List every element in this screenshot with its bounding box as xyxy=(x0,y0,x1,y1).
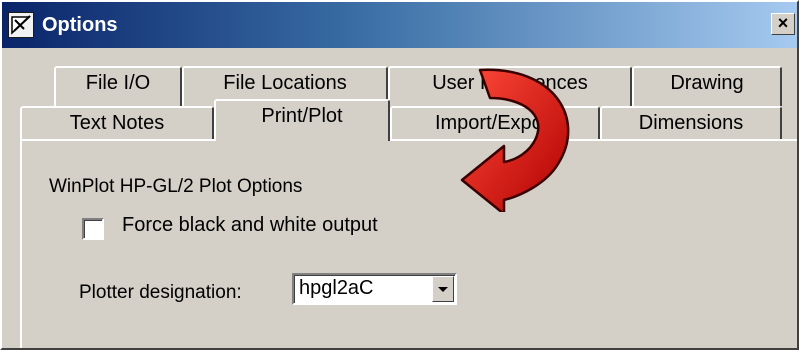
curved-arrow-icon xyxy=(460,68,570,212)
options-dialog: Options × File I/O File Locations User P… xyxy=(0,0,799,350)
tab-label: Print/Plot xyxy=(261,105,343,127)
window-title: Options xyxy=(42,14,118,36)
group-label: WinPlot HP-GL/2 Plot Options xyxy=(49,176,303,197)
force-bw-checkbox[interactable] xyxy=(82,218,104,240)
close-button[interactable]: × xyxy=(771,13,795,35)
tab-print-plot[interactable]: Print/Plot xyxy=(214,99,390,141)
dropdown-arrow-icon[interactable] xyxy=(432,276,454,302)
title-bar[interactable]: Options × xyxy=(2,2,797,48)
tab-label: File Locations xyxy=(223,72,347,94)
plotter-designation-select[interactable]: hpgl2aC xyxy=(292,273,457,305)
tab-dimensions[interactable]: Dimensions xyxy=(600,106,782,141)
close-icon: × xyxy=(777,13,789,33)
print-plot-panel: WinPlot HP-GL/2 Plot Options Force black… xyxy=(20,139,797,348)
plotter-designation-label: Plotter designation: xyxy=(79,282,242,303)
tab-file-io[interactable]: File I/O xyxy=(54,66,182,106)
tab-label: Dimensions xyxy=(638,112,744,134)
tab-text-notes[interactable]: Text Notes xyxy=(20,106,214,141)
force-bw-label[interactable]: Force black and white output xyxy=(122,214,378,237)
tab-label: File I/O xyxy=(85,72,151,94)
tab-drawing[interactable]: Drawing xyxy=(632,66,782,106)
tab-label: Drawing xyxy=(670,72,744,94)
tab-label: Text Notes xyxy=(69,112,165,134)
drafting-app-icon xyxy=(8,12,34,38)
plotter-designation-value: hpgl2aC xyxy=(299,277,374,299)
